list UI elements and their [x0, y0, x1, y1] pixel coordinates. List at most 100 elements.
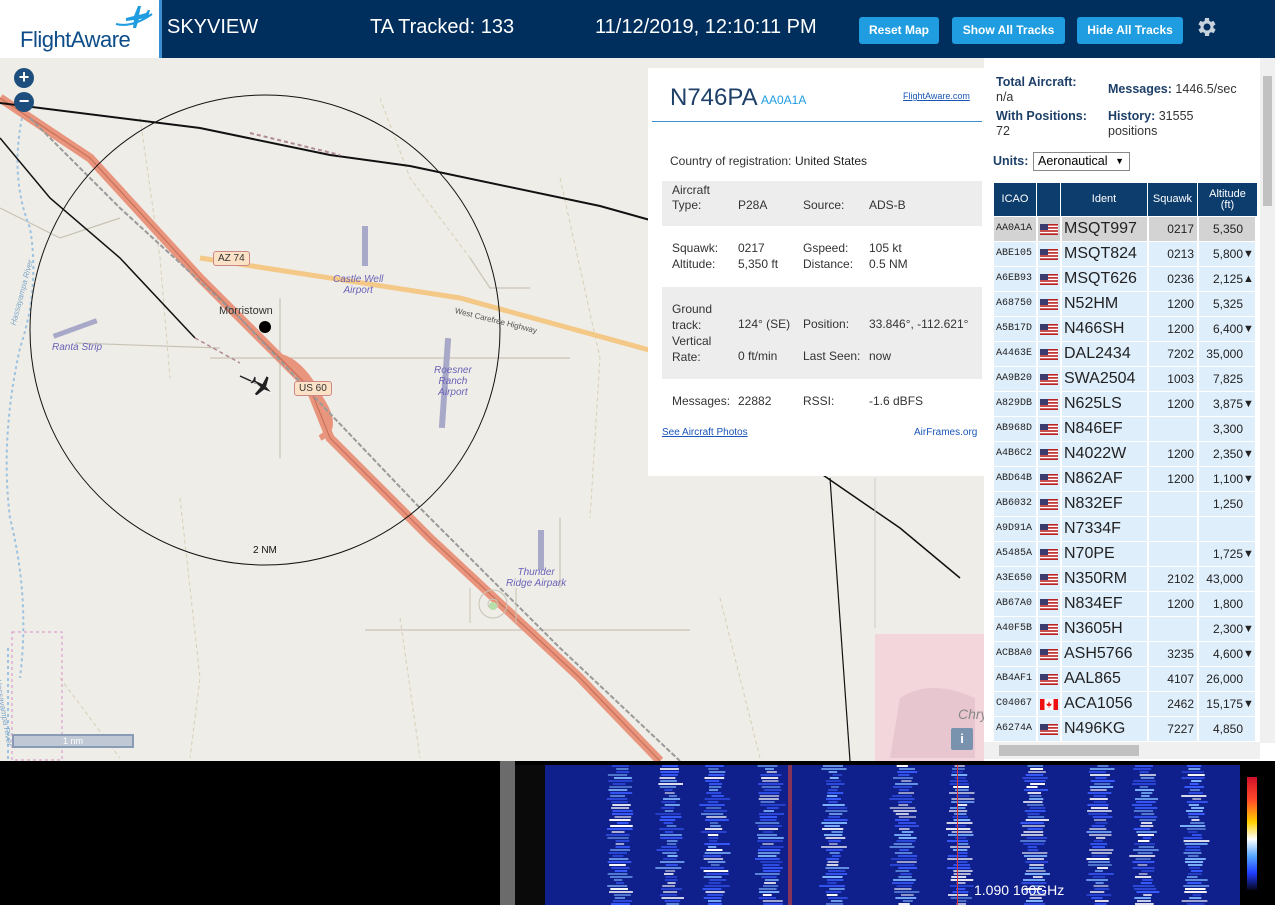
waterfall-streak — [1025, 861, 1049, 863]
waterfall-streak — [1133, 780, 1156, 782]
waterfall-streak — [614, 816, 632, 818]
waterfall-streak — [819, 885, 845, 887]
table-row[interactable]: A40F5B N3605H 2,300 ▼ — [994, 617, 1258, 642]
table-row[interactable]: A9D91A N7334F — [994, 517, 1258, 542]
waterfall-streak — [663, 822, 673, 824]
waterfall-streak — [899, 768, 915, 770]
waterfall-streak — [1134, 843, 1156, 845]
col-flag[interactable] — [1037, 183, 1061, 216]
waterfall-streak — [1134, 807, 1158, 809]
show-all-tracks-button[interactable]: Show All Tracks — [952, 17, 1065, 44]
info-icon[interactable]: i — [951, 728, 973, 750]
us-flag-icon — [1040, 349, 1058, 360]
table-row[interactable]: A3E650 N350RM 2102 43,000 — [994, 567, 1258, 592]
waterfall-streak — [825, 891, 842, 893]
aircraft-photos-link[interactable]: See Aircraft Photos — [662, 427, 748, 438]
flightaware-logo[interactable]: FlightAware — [0, 0, 162, 58]
reset-map-button[interactable]: Reset Map — [859, 17, 939, 44]
waterfall-streak — [760, 819, 777, 821]
col-ident[interactable]: Ident — [1061, 183, 1148, 216]
table-row[interactable]: A6274A N496KG 7227 4,850 — [994, 717, 1258, 742]
waterfall-streak — [1186, 876, 1198, 878]
messages-label: Messages: — [672, 394, 731, 408]
horizontal-scrollbar[interactable] — [984, 742, 1260, 759]
col-altitude[interactable]: Altitude (ft) — [1198, 183, 1258, 216]
waterfall-streak — [666, 840, 678, 842]
gear-icon[interactable] — [1194, 15, 1218, 39]
waterfall-streak — [1087, 810, 1112, 812]
table-row[interactable]: A829DB N625LS 1200 3,875 ▼ — [994, 392, 1258, 417]
waterfall-streak — [1133, 849, 1159, 851]
waterfall-streak — [1095, 882, 1104, 884]
table-row[interactable]: A4463E DAL2434 7202 35,000 — [994, 342, 1258, 367]
cell-ident: N834EF — [1062, 592, 1147, 616]
table-row[interactable]: ACB8A0 ASH5766 3235 4,600 ▼ — [994, 642, 1258, 667]
scroll-thumb[interactable] — [999, 745, 1139, 756]
waterfall-streak — [702, 888, 722, 890]
waterfall-streak — [1135, 789, 1155, 791]
map-view[interactable]: + − Castle Well Airport Ranta Strip Roes… — [0, 58, 984, 761]
waterfall-streak — [607, 861, 632, 863]
table-row[interactable]: A5B17D N466SH 1200 6,400 ▼ — [994, 317, 1258, 342]
col-icao[interactable]: ICAO — [994, 183, 1037, 216]
table-row[interactable]: ABD64B N862AF 1200 1,100 ▼ — [994, 467, 1258, 492]
vertical-scrollbar[interactable] — [1260, 58, 1275, 743]
flightaware-link[interactable]: FlightAware.com — [903, 91, 970, 101]
range-ring-label: 2 NM — [253, 545, 277, 556]
table-row[interactable]: AB6032 N832EF 1,250 — [994, 492, 1258, 517]
splitter[interactable] — [500, 761, 515, 905]
waterfall-streak — [825, 849, 843, 851]
altitude-trend-icon — [1243, 217, 1255, 241]
history-stat: History: 31555 positions — [1108, 109, 1194, 138]
waterfall-streak — [1184, 786, 1204, 788]
units-select[interactable]: Aeronautical ▼ — [1033, 152, 1130, 171]
col-squawk[interactable]: Squawk — [1148, 183, 1198, 216]
waterfall-streak — [760, 801, 775, 803]
table-row[interactable]: A4B6C2 N4022W 1200 2,350 ▼ — [994, 442, 1258, 467]
waterfall-streak — [613, 894, 631, 896]
waterfall-streak — [1184, 849, 1201, 851]
waterfall-display[interactable] — [515, 765, 1240, 905]
table-row[interactable]: A6EB93 MSQT626 0236 2,125 ▲ — [994, 267, 1258, 292]
waterfall-streak — [664, 792, 675, 794]
table-row[interactable]: AA0A1A MSQT997 0217 5,350 — [994, 217, 1258, 242]
table-row[interactable]: AB968D N846EF 3,300 — [994, 417, 1258, 442]
waterfall-streak — [1025, 870, 1046, 872]
table-row[interactable]: AA9B20 SWA2504 1003 7,825 — [994, 367, 1258, 392]
scroll-thumb-v[interactable] — [1263, 76, 1272, 206]
waterfall-streak — [1030, 768, 1044, 770]
waterfall-streak — [1087, 804, 1109, 806]
waterfall-streak — [703, 810, 728, 812]
waterfall-streak — [1090, 843, 1108, 845]
messages-value: 22882 — [738, 394, 772, 408]
cell-flag — [1038, 342, 1060, 366]
hide-all-tracks-button[interactable]: Hide All Tracks — [1077, 17, 1183, 44]
waterfall-streak — [611, 807, 630, 809]
waterfall-streak — [759, 795, 780, 797]
airframes-link[interactable]: AirFrames.org — [914, 427, 977, 438]
waterfall-streak — [1097, 867, 1109, 869]
waterfall-streak — [611, 813, 634, 815]
waterfall-streak — [766, 771, 777, 773]
table-row[interactable]: AB4AF1 AAL865 4107 26,000 — [994, 667, 1258, 692]
waterfall-streak — [754, 873, 780, 875]
waterfall-streak — [1090, 774, 1110, 776]
waterfall-streak — [1095, 822, 1108, 824]
table-row[interactable]: ABE105 MSQT824 0213 5,800 ▼ — [994, 242, 1258, 267]
table-row[interactable]: A5485A N70PE 1,725 ▼ — [994, 542, 1258, 567]
zoom-in-button[interactable]: + — [14, 68, 34, 88]
cell-squawk: 3235 — [1149, 642, 1197, 666]
zoom-out-button[interactable]: − — [14, 92, 34, 112]
table-row[interactable]: A68750 N52HM 1200 5,325 — [994, 292, 1258, 317]
waterfall-streak — [663, 891, 678, 893]
waterfall-streak — [761, 876, 777, 878]
waterfall-streak — [952, 768, 965, 770]
waterfall-streak — [826, 879, 844, 881]
waterfall-streak — [665, 864, 678, 866]
table-row[interactable]: C04067 ACA1056 2462 15,175 ▼ — [994, 692, 1258, 717]
waterfall-streak — [765, 768, 774, 770]
table-row[interactable]: AB67A0 N834EF 1200 1,800 — [994, 592, 1258, 617]
waterfall-streak — [762, 864, 780, 866]
waterfall-streak — [1093, 795, 1107, 797]
waterfall-streak — [706, 792, 722, 794]
